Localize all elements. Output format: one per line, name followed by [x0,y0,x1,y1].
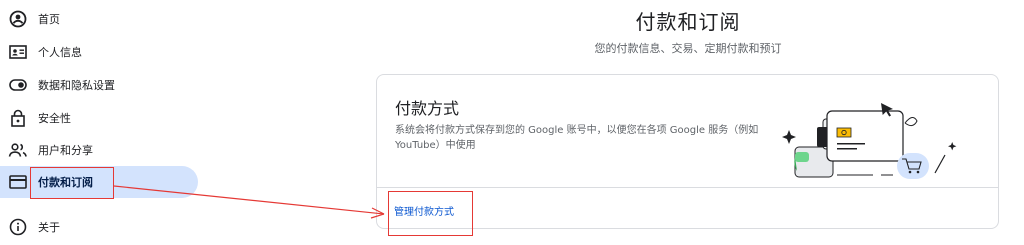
lock-icon [8,108,28,128]
sidebar-item-label: 安全性 [38,112,71,125]
card-title: 付款方式 [395,99,460,118]
id-card-icon [8,42,28,62]
sidebar-nav: 首页 个人信息 数据和隐私设置 安全性 用户和分享 付款和订阅 关于 [0,0,200,245]
payment-illustration [777,97,967,183]
sidebar-item-label: 用户和分享 [38,144,93,157]
sidebar-item-label: 关于 [38,221,60,234]
annotation-box-nav [30,167,114,199]
sidebar-item-label: 首页 [38,13,60,26]
card-divider [377,187,998,188]
page-subtitle: 您的付款信息、交易、定期付款和预订 [594,42,782,55]
page-title: 付款和订阅 [376,6,1000,35]
card-description: 系统会将付款方式保存到您的 Google 账号中，以便您在各项 Google 服… [395,125,759,151]
sidebar-item-label: 个人信息 [38,46,82,59]
sidebar-item-personal-info[interactable]: 个人信息 [0,36,198,68]
sidebar-item-people-sharing[interactable]: 用户和分享 [0,134,198,166]
annotation-box-link [388,191,473,236]
sidebar-item-label: 数据和隐私设置 [38,79,115,92]
credit-card-icon [8,172,28,192]
sidebar-item-security[interactable]: 安全性 [0,102,198,134]
account-circle-icon [8,9,28,29]
info-icon [8,217,28,237]
toggle-icon [8,75,28,95]
people-icon [8,140,28,160]
sidebar-item-about[interactable]: 关于 [0,211,198,243]
sidebar-item-home[interactable]: 首页 [0,3,198,35]
sidebar-item-data-privacy[interactable]: 数据和隐私设置 [0,69,198,101]
page-title-text: 付款和订阅 [635,10,741,34]
